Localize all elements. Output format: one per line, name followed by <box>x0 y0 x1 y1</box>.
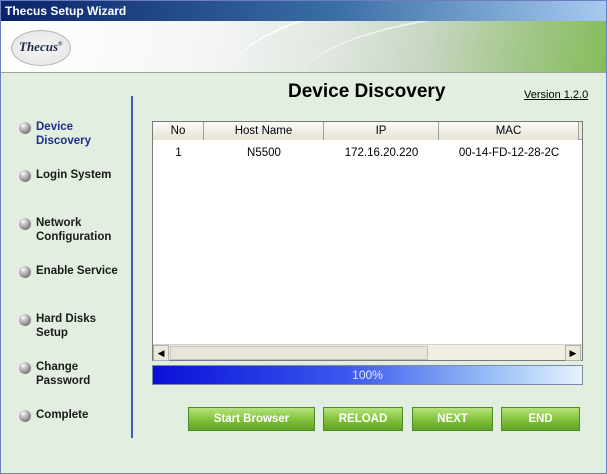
step-bullet-icon <box>19 170 31 182</box>
next-button[interactable]: NEXT <box>412 407 493 431</box>
end-button[interactable]: END <box>501 407 580 431</box>
step-label: Login System <box>36 169 112 181</box>
logo-registered-mark: ® <box>58 41 63 48</box>
setup-wizard-window: Thecus Setup Wizard Thecus® Device Disco… <box>0 0 607 474</box>
step-hard-disks-setup: Hard Disks Setup <box>19 312 129 346</box>
cell-ip: 172.16.20.220 <box>344 147 419 159</box>
column-header-host-name[interactable]: Host Name <box>204 122 324 140</box>
cell-mac: 00-14-FD-12-28-2C <box>458 147 560 159</box>
horizontal-scrollbar[interactable]: ◀ ▶ <box>153 344 582 361</box>
sidebar-divider <box>131 96 133 438</box>
progress-label: 100% <box>352 368 383 382</box>
step-bullet-icon <box>19 314 31 326</box>
column-header-mac[interactable]: MAC <box>439 122 579 140</box>
step-bullet-icon <box>19 266 31 278</box>
column-header-no[interactable]: No <box>153 122 204 140</box>
column-header-ip[interactable]: IP <box>324 122 439 140</box>
step-label: Enable Service <box>36 265 118 277</box>
logo-text: Thecus <box>19 39 58 54</box>
step-login-system: Login System <box>19 168 129 202</box>
page-title: Device Discovery <box>288 81 446 102</box>
table-header: No Host Name IP MAC <box>153 122 582 140</box>
cell-host-name: N5500 <box>247 147 281 159</box>
main-content: Device Discovery Login System Network Co… <box>1 74 606 473</box>
step-bullet-icon <box>19 362 31 374</box>
step-label: Network Configuration <box>36 217 112 243</box>
step-enable-service: Enable Service <box>19 264 129 298</box>
scroll-right-icon[interactable]: ▶ <box>565 345 581 361</box>
device-table: No Host Name IP MAC 1 N5500 172.16.20.22… <box>152 121 583 361</box>
step-bullet-icon <box>19 218 31 230</box>
step-complete: Complete <box>19 408 129 442</box>
banner: Thecus® <box>1 21 606 73</box>
step-device-discovery: Device Discovery <box>19 120 129 154</box>
step-bullet-icon <box>19 122 31 134</box>
thecus-logo: Thecus® <box>19 39 75 59</box>
step-network-configuration: Network Configuration <box>19 216 129 250</box>
scroll-thumb[interactable] <box>170 346 428 360</box>
step-label: Device Discovery <box>36 121 91 147</box>
reload-button[interactable]: RELOAD <box>323 407 403 431</box>
step-label: Hard Disks Setup <box>36 313 97 339</box>
step-label: Change Password <box>36 361 91 387</box>
scroll-left-icon[interactable]: ◀ <box>153 345 169 361</box>
window-title: Thecus Setup Wizard <box>1 1 606 21</box>
step-change-password: Change Password <box>19 360 129 394</box>
progress-bar: 100% <box>152 365 583 385</box>
version-link[interactable]: Version 1.2.0 <box>524 89 588 101</box>
wizard-steps-sidebar: Device Discovery Login System Network Co… <box>1 74 131 473</box>
cell-no: 1 <box>175 147 182 159</box>
step-label: Complete <box>36 409 89 421</box>
start-browser-button[interactable]: Start Browser <box>188 407 315 431</box>
step-bullet-icon <box>19 410 31 422</box>
